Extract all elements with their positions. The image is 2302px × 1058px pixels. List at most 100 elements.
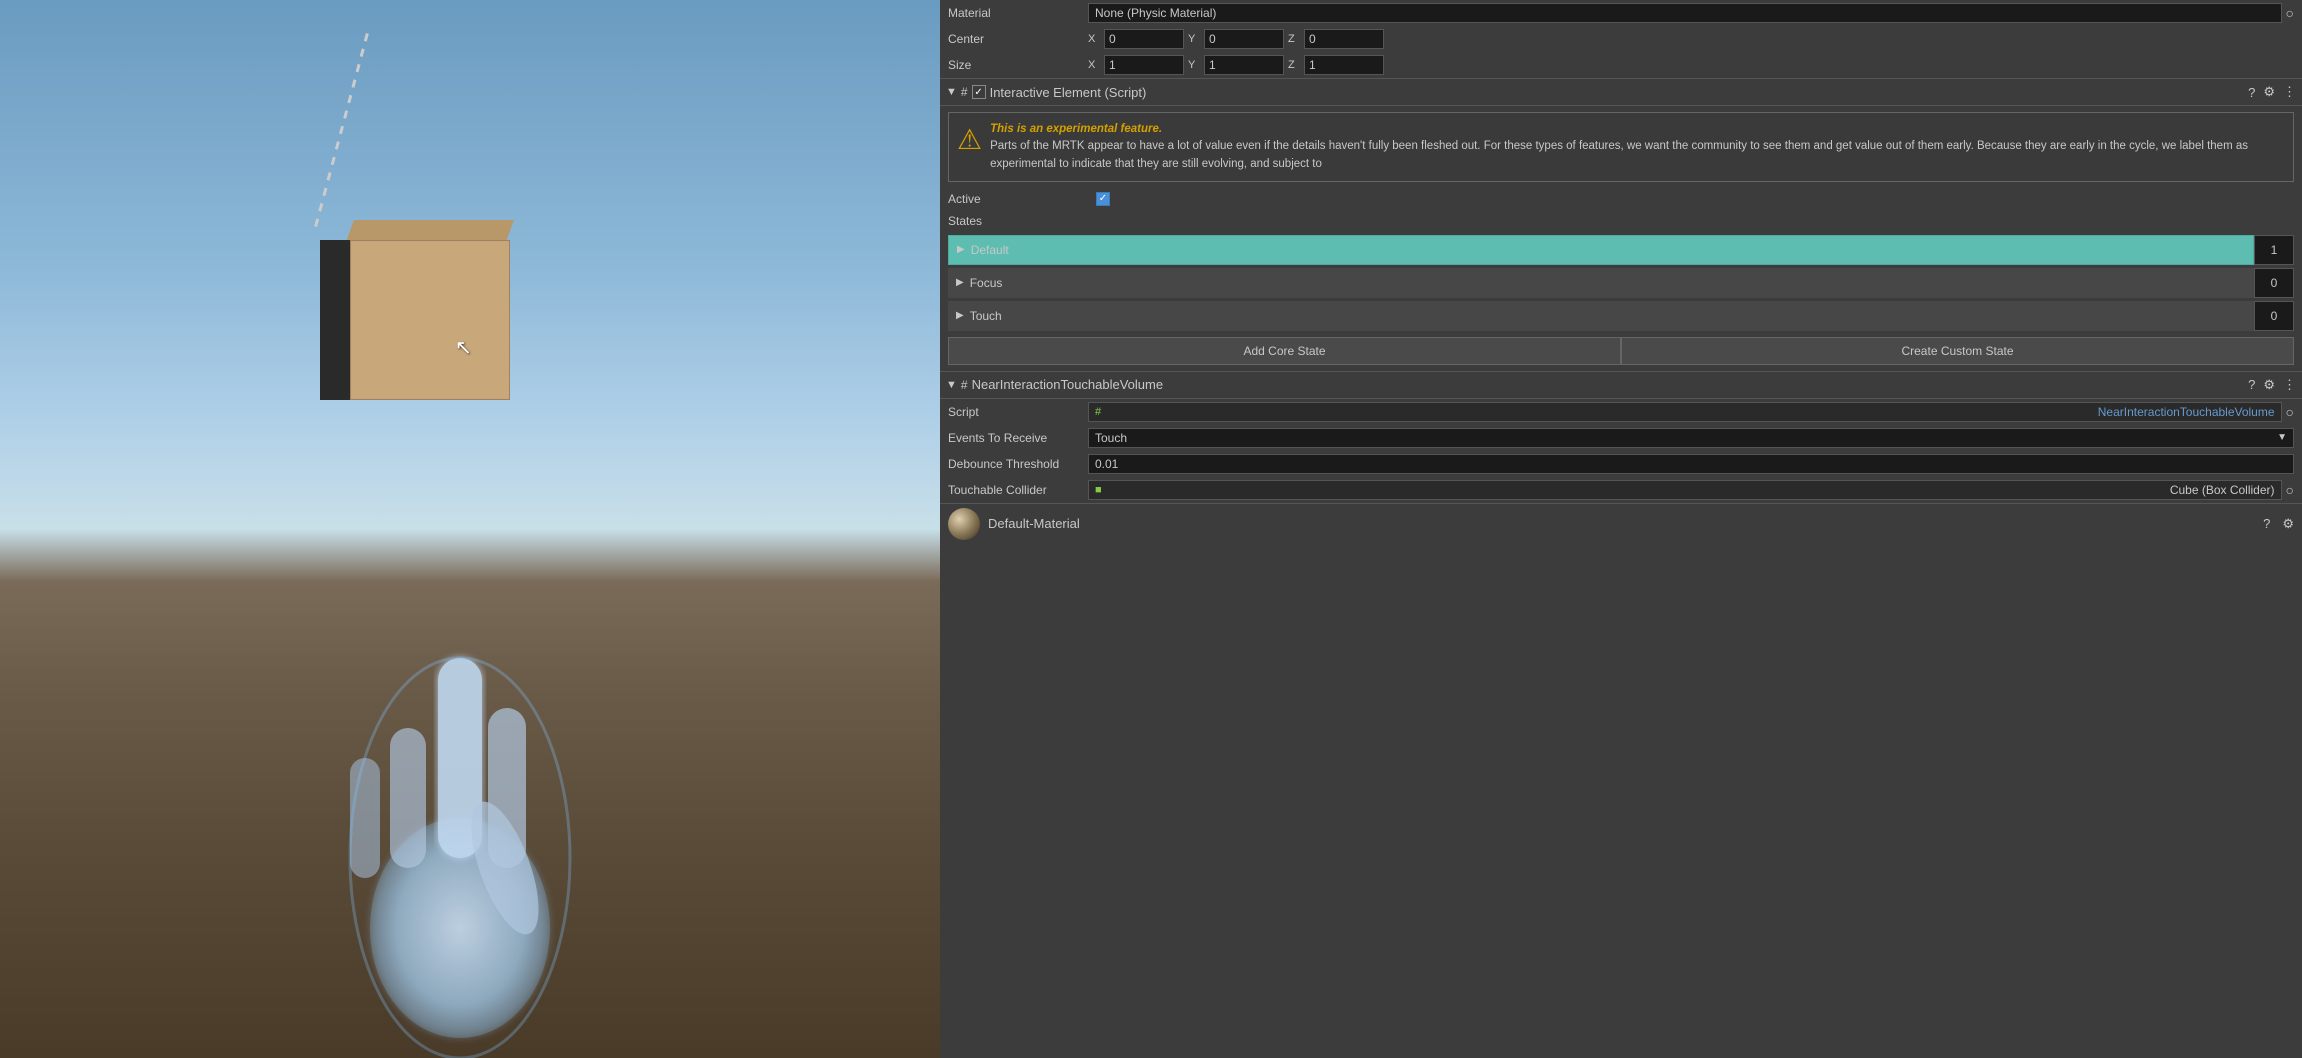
state-focus: ▶ Focus 0 xyxy=(948,268,2294,298)
touchable-collider-select-btn[interactable]: ○ xyxy=(2286,482,2294,498)
add-core-state-button[interactable]: Add Core State xyxy=(948,337,1621,365)
touchable-collider-label: Touchable Collider xyxy=(948,483,1088,497)
size-label: Size xyxy=(948,58,1088,72)
events-to-receive-value: Touch xyxy=(1095,431,1127,445)
default-material-name: Default-Material xyxy=(988,516,1080,531)
state-touch-name: Touch xyxy=(970,309,1002,323)
near-interaction-header: ▼ # NearInteractionTouchableVolume ? ⚙ ⋮ xyxy=(940,371,2302,399)
interactive-element-header: ▼ # ✓ Interactive Element (Script) ? ⚙ ⋮ xyxy=(940,78,2302,106)
default-material-row: Default-Material ? ⚙ xyxy=(940,503,2302,544)
touchable-collider-value-text: Cube (Box Collider) xyxy=(2170,483,2275,497)
default-material-help-btn[interactable]: ? xyxy=(2263,516,2270,532)
script-hash-icon: # xyxy=(1095,406,1101,418)
states-label: States xyxy=(948,214,982,228)
size-x-field[interactable]: 1 xyxy=(1104,55,1184,75)
center-y-field[interactable]: 0 xyxy=(1204,29,1284,49)
script-select-btn[interactable]: ○ xyxy=(2286,404,2294,420)
material-select-btn[interactable]: ○ xyxy=(2286,5,2294,21)
interactive-element-collapse-icon[interactable]: ▼ xyxy=(946,86,957,98)
warning-body: Parts of the MRTK appear to have a lot o… xyxy=(990,140,2248,169)
events-to-receive-dropdown-arrow: ▼ xyxy=(2277,432,2287,443)
center-row: Center X 0 Y 0 Z 0 xyxy=(940,26,2302,52)
state-default-label[interactable]: ▶ Default xyxy=(948,235,2254,265)
warning-icon: ⚠ xyxy=(957,123,982,173)
size-value-container: X 1 Y 1 Z 1 xyxy=(1088,55,2294,75)
active-checkbox[interactable]: ✓ xyxy=(1096,192,1110,206)
size-row: Size X 1 Y 1 Z 1 xyxy=(940,52,2302,78)
material-label: Material xyxy=(948,6,1088,20)
debounce-threshold-value-container: 0.01 xyxy=(1088,454,2294,474)
size-z-label: Z xyxy=(1288,59,1300,71)
interactive-element-help-btn[interactable]: ? xyxy=(2248,85,2255,100)
hand-model xyxy=(310,558,610,1058)
warning-text-container: This is an experimental feature. Parts o… xyxy=(990,121,2285,173)
mouse-cursor: ↖ xyxy=(455,335,475,359)
material-header-btns: ? ⚙ xyxy=(2263,516,2294,532)
material-sphere-icon xyxy=(948,508,980,540)
near-interaction-header-btns: ? ⚙ ⋮ xyxy=(2248,377,2296,393)
events-to-receive-value-container: Touch ▼ xyxy=(1088,428,2294,448)
experimental-warning-box: ⚠ This is an experimental feature. Parts… xyxy=(948,112,2294,182)
state-touch-arrow: ▶ xyxy=(956,310,964,321)
state-default: ▶ Default 1 xyxy=(948,235,2294,265)
state-focus-arrow: ▶ xyxy=(956,277,964,288)
size-y-field[interactable]: 1 xyxy=(1204,55,1284,75)
script-label: Script xyxy=(948,405,1088,419)
active-label: Active xyxy=(948,192,1088,206)
center-x-field[interactable]: 0 xyxy=(1104,29,1184,49)
center-x-label: X xyxy=(1088,33,1100,45)
states-header: States xyxy=(940,210,2302,232)
warning-title: This is an experimental feature. xyxy=(990,123,1162,135)
state-touch-label[interactable]: ▶ Touch xyxy=(948,301,2254,331)
material-row: Material None (Physic Material) ○ xyxy=(940,0,2302,26)
size-y-label: Y xyxy=(1188,59,1200,71)
create-custom-state-button[interactable]: Create Custom State xyxy=(1621,337,2294,365)
material-field-text: None (Physic Material) xyxy=(1095,6,1216,20)
script-row: Script # NearInteractionTouchableVolume … xyxy=(940,399,2302,425)
near-interaction-collapse-icon[interactable]: ▼ xyxy=(946,379,957,391)
state-touch: ▶ Touch 0 xyxy=(948,301,2294,331)
events-to-receive-row: Events To Receive Touch ▼ xyxy=(940,425,2302,451)
state-default-arrow: ▶ xyxy=(957,244,965,255)
state-default-name: Default xyxy=(971,243,1009,257)
near-interaction-settings-btn[interactable]: ⚙ xyxy=(2263,377,2275,393)
interactive-element-menu-btn[interactable]: ⋮ xyxy=(2283,84,2296,100)
script-value-text: NearInteractionTouchableVolume xyxy=(2098,405,2275,419)
interactive-element-header-btns: ? ⚙ ⋮ xyxy=(2248,84,2296,100)
cube-top-face xyxy=(346,220,514,242)
center-value-container: X 0 Y 0 Z 0 xyxy=(1088,29,2294,49)
debounce-threshold-field[interactable]: 0.01 xyxy=(1088,454,2294,474)
state-focus-name: Focus xyxy=(970,276,1003,290)
touchable-collider-value-container: ■ Cube (Box Collider) ○ xyxy=(1088,480,2294,500)
near-interaction-help-btn[interactable]: ? xyxy=(2248,377,2255,392)
near-interaction-hash-icon: # xyxy=(961,378,968,392)
state-focus-count: 0 xyxy=(2254,268,2294,298)
interactive-element-hash-icon: # xyxy=(961,85,968,99)
collider-cube-icon: ■ xyxy=(1095,484,1102,496)
debounce-threshold-label: Debounce Threshold xyxy=(948,457,1088,471)
script-field[interactable]: # NearInteractionTouchableVolume xyxy=(1088,402,2282,422)
material-field: None (Physic Material) xyxy=(1088,3,2282,23)
state-touch-count: 0 xyxy=(2254,301,2294,331)
state-action-buttons: Add Core State Create Custom State xyxy=(948,337,2294,365)
events-to-receive-label: Events To Receive xyxy=(948,431,1088,445)
debounce-threshold-row: Debounce Threshold 0.01 xyxy=(940,451,2302,477)
size-z-field[interactable]: 1 xyxy=(1304,55,1384,75)
state-focus-label[interactable]: ▶ Focus xyxy=(948,268,2254,298)
center-y-label: Y xyxy=(1188,33,1200,45)
default-material-settings-btn[interactable]: ⚙ xyxy=(2282,516,2294,532)
touchable-collider-row: Touchable Collider ■ Cube (Box Collider)… xyxy=(940,477,2302,503)
touchable-collider-field[interactable]: ■ Cube (Box Collider) xyxy=(1088,480,2282,500)
interactive-element-settings-btn[interactable]: ⚙ xyxy=(2263,84,2275,100)
interactive-element-checkbox[interactable]: ✓ xyxy=(972,85,986,99)
3d-cube xyxy=(320,220,520,400)
center-label: Center xyxy=(948,32,1088,46)
material-value-container: None (Physic Material) ○ xyxy=(1088,3,2294,23)
center-z-field[interactable]: 0 xyxy=(1304,29,1384,49)
inspector-panel: Material None (Physic Material) ○ Center… xyxy=(940,0,2302,1058)
events-to-receive-dropdown[interactable]: Touch ▼ xyxy=(1088,428,2294,448)
scene-viewport[interactable]: ↖ xyxy=(0,0,940,1058)
script-value-container: # NearInteractionTouchableVolume ○ xyxy=(1088,402,2294,422)
near-interaction-menu-btn[interactable]: ⋮ xyxy=(2283,377,2296,393)
interactive-element-title: Interactive Element (Script) xyxy=(990,85,2245,100)
